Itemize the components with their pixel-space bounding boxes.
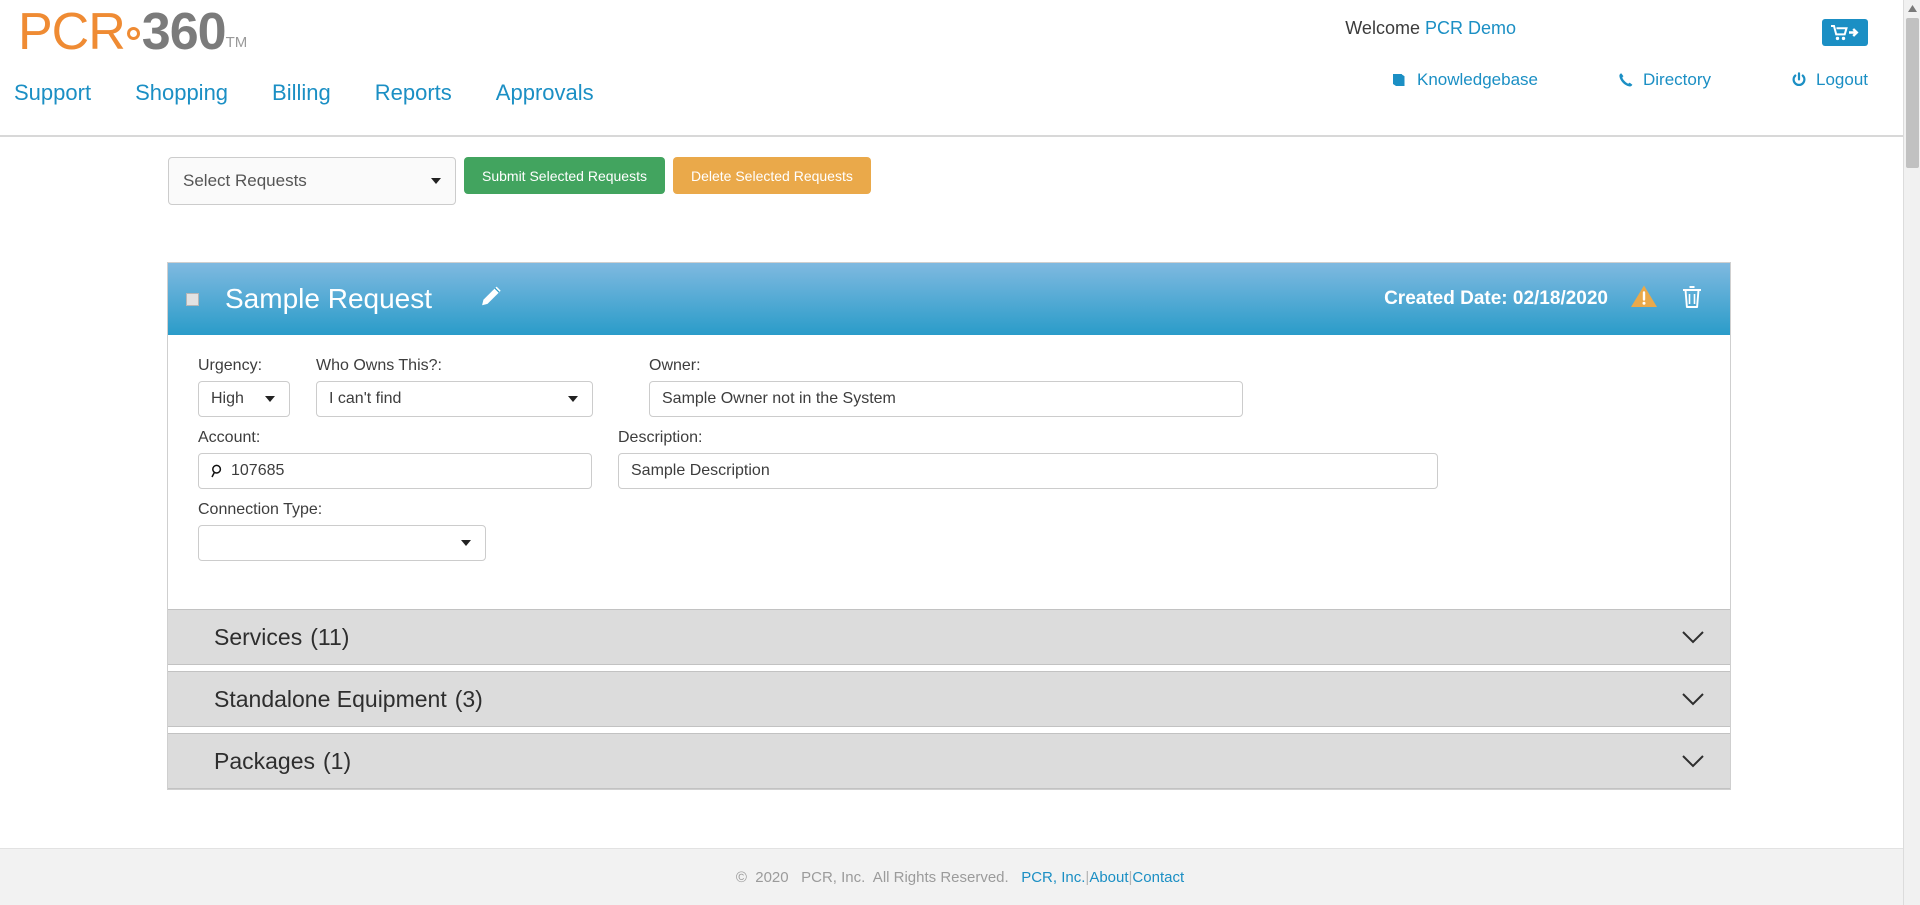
accordion-services-count: (11) bbox=[310, 624, 349, 651]
description-value: Sample Description bbox=[631, 462, 770, 480]
accordion-packages-label: Packages bbox=[214, 748, 315, 775]
owner-label: Owner: bbox=[649, 357, 1243, 375]
delete-selected-requests-button[interactable]: Delete Selected Requests bbox=[673, 157, 871, 194]
footer-space bbox=[1009, 869, 1022, 886]
warning-triangle-icon bbox=[1630, 284, 1658, 309]
chevron-down-icon bbox=[461, 540, 471, 546]
delete-request-button[interactable] bbox=[1680, 284, 1704, 315]
chevron-down-icon bbox=[1682, 755, 1704, 768]
trash-icon bbox=[1680, 284, 1704, 310]
urgency-dropdown[interactable]: High bbox=[198, 381, 290, 417]
description-label: Description: bbox=[618, 429, 1438, 447]
created-date: Created Date: 02/18/2020 bbox=[1384, 288, 1608, 310]
footer-link-pcr-inc[interactable]: PCR, Inc. bbox=[1021, 869, 1085, 886]
request-card-header: Sample Request Created Date: 02/18/2020 bbox=[168, 263, 1730, 335]
nav-item-shopping[interactable]: Shopping bbox=[135, 80, 228, 106]
select-requests-label: Select Requests bbox=[183, 171, 307, 191]
urgency-field: Urgency: High bbox=[198, 357, 290, 417]
utility-navigation: Knowledgebase Directory Logout bbox=[1391, 70, 1868, 90]
knowledgebase-label: Knowledgebase bbox=[1417, 70, 1538, 90]
nav-item-approvals[interactable]: Approvals bbox=[496, 80, 594, 106]
submit-selected-requests-button[interactable]: Submit Selected Requests bbox=[464, 157, 665, 194]
footer-link-about[interactable]: About bbox=[1089, 869, 1128, 886]
accordion-standalone-equipment-label: Standalone Equipment bbox=[214, 686, 447, 713]
who-owns-this-value: I can't find bbox=[329, 390, 401, 408]
nav-item-support[interactable]: Support bbox=[14, 80, 91, 106]
accordion-packages[interactable]: Packages (1) bbox=[168, 733, 1730, 789]
footer-link-contact[interactable]: Contact bbox=[1132, 869, 1184, 886]
page-footer: © 2020 PCR, Inc. All Rights Reserved. PC… bbox=[0, 848, 1920, 905]
chevron-down-icon bbox=[265, 396, 275, 402]
owner-value: Sample Owner not in the System bbox=[662, 390, 896, 408]
directory-link[interactable]: Directory bbox=[1618, 70, 1711, 90]
account-label: Account: bbox=[198, 429, 592, 447]
app-logo[interactable]: PCR 360TM bbox=[18, 6, 247, 58]
logout-label: Logout bbox=[1816, 70, 1868, 90]
cart-button[interactable] bbox=[1822, 19, 1868, 46]
requests-toolbar: Select Requests Submit Selected Requests… bbox=[168, 157, 871, 205]
request-title: Sample Request bbox=[225, 283, 432, 315]
form-row-3: Connection Type: bbox=[198, 501, 1704, 561]
request-card-header-right: Created Date: 02/18/2020 bbox=[1384, 284, 1704, 315]
layout-spacer bbox=[619, 357, 649, 417]
main-navigation: Support Shopping Billing Reports Approva… bbox=[14, 80, 594, 106]
owner-field: Owner: Sample Owner not in the System bbox=[649, 357, 1243, 417]
power-icon bbox=[1791, 72, 1807, 88]
who-owns-this-label: Who Owns This?: bbox=[316, 357, 593, 375]
description-field: Description: Sample Description bbox=[618, 429, 1438, 489]
chevron-down-icon bbox=[431, 178, 441, 184]
accordion-services-label: Services bbox=[214, 624, 302, 651]
pencil-icon bbox=[478, 284, 504, 310]
account-value: 107685 bbox=[231, 462, 284, 480]
edit-request-button[interactable] bbox=[478, 284, 504, 315]
accordion-standalone-equipment[interactable]: Standalone Equipment (3) bbox=[168, 671, 1730, 727]
scrollbar-thumb[interactable] bbox=[1906, 18, 1919, 168]
connection-type-label: Connection Type: bbox=[198, 501, 486, 519]
who-owns-this-field: Who Owns This?: I can't find bbox=[316, 357, 593, 417]
scroll-up-arrow-icon[interactable] bbox=[1904, 0, 1920, 17]
welcome-message: Welcome PCR Demo bbox=[1345, 18, 1516, 39]
warning-button[interactable] bbox=[1630, 284, 1658, 314]
directory-label: Directory bbox=[1643, 70, 1711, 90]
who-owns-this-dropdown[interactable]: I can't find bbox=[316, 381, 593, 417]
cart-arrow-icon bbox=[1831, 24, 1859, 41]
form-row-1: Urgency: High Who Owns This?: I can't fi… bbox=[198, 357, 1704, 417]
request-select-checkbox[interactable] bbox=[186, 293, 199, 306]
chevron-down-icon bbox=[568, 396, 578, 402]
welcome-prefix: Welcome bbox=[1345, 18, 1425, 38]
welcome-username[interactable]: PCR Demo bbox=[1425, 18, 1516, 38]
search-icon bbox=[211, 464, 224, 478]
logo-number-text: 360 bbox=[142, 3, 226, 61]
account-field: Account: 107685 bbox=[198, 429, 592, 489]
form-row-2: Account: 107685 Description: Sample Desc… bbox=[198, 429, 1704, 489]
accordion-packages-count: (1) bbox=[323, 748, 351, 775]
request-card: Sample Request Created Date: 02/18/2020 bbox=[167, 262, 1731, 790]
urgency-label: Urgency: bbox=[198, 357, 290, 375]
footer-copyright: © 2020 PCR, Inc. All Rights Reserved. bbox=[736, 869, 1009, 886]
top-header: PCR 360TM Support Shopping Billing Report… bbox=[0, 0, 1920, 137]
urgency-value: High bbox=[211, 390, 244, 408]
chevron-down-icon bbox=[1682, 693, 1704, 706]
nav-item-reports[interactable]: Reports bbox=[375, 80, 452, 106]
logout-link[interactable]: Logout bbox=[1791, 70, 1868, 90]
page-scrollbar[interactable] bbox=[1903, 0, 1920, 905]
request-form: Urgency: High Who Owns This?: I can't fi… bbox=[168, 335, 1730, 603]
account-input[interactable]: 107685 bbox=[198, 453, 592, 489]
chevron-down-icon bbox=[1682, 631, 1704, 644]
book-icon bbox=[1391, 72, 1408, 88]
logo-circle-icon bbox=[127, 27, 140, 40]
nav-item-billing[interactable]: Billing bbox=[272, 80, 331, 106]
logo-brand-text: PCR bbox=[18, 3, 125, 61]
phone-icon bbox=[1618, 72, 1634, 88]
connection-type-dropdown[interactable] bbox=[198, 525, 486, 561]
logo-trademark: TM bbox=[226, 34, 248, 51]
description-input[interactable]: Sample Description bbox=[618, 453, 1438, 489]
accordion-standalone-equipment-count: (3) bbox=[455, 686, 483, 713]
owner-input[interactable]: Sample Owner not in the System bbox=[649, 381, 1243, 417]
accordion-services[interactable]: Services (11) bbox=[168, 609, 1730, 665]
connection-type-field: Connection Type: bbox=[198, 501, 486, 561]
select-requests-dropdown[interactable]: Select Requests bbox=[168, 157, 456, 205]
knowledgebase-link[interactable]: Knowledgebase bbox=[1391, 70, 1538, 90]
